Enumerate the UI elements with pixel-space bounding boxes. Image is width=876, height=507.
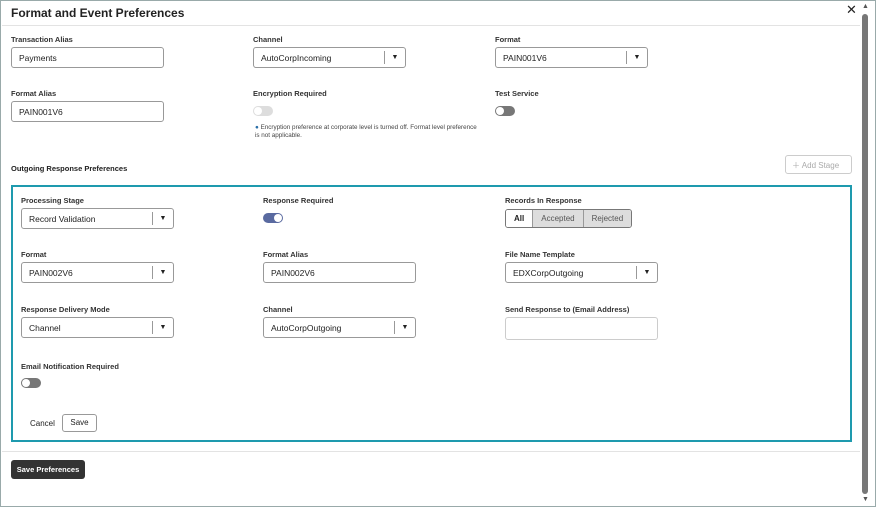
channel-label: Channel [253,35,283,44]
chevron-down-icon: ▼ [384,51,405,64]
encryption-toggle [253,106,273,116]
out-channel-label: Channel [263,305,293,314]
send-to-label: Send Response to (Email Address) [505,305,630,314]
out-format-alias-label: Format Alias [263,250,309,259]
test-service-label: Test Service [495,89,539,98]
chevron-down-icon: ▼ [394,321,415,334]
out-format-label: Format [21,250,47,259]
out-format-alias-input[interactable]: PAIN002V6 [263,262,416,283]
save-preferences-button[interactable]: Save Preferences [11,460,85,479]
out-channel-value: AutoCorpOutgoing [271,323,342,333]
scrollbar[interactable] [862,14,868,494]
scroll-down-icon[interactable]: ▼ [862,496,869,503]
chevron-down-icon: ▼ [152,321,173,334]
add-stage-button[interactable]: ＋ Add Stage [785,155,852,174]
dialog-title: Format and Event Preferences [11,6,185,20]
test-service-toggle[interactable] [495,106,515,116]
transaction-alias-input[interactable]: Payments [11,47,164,68]
records-segmented: All Accepted Rejected [505,209,633,228]
response-required-toggle[interactable] [263,213,283,223]
plus-icon: ＋ [792,161,802,170]
records-accepted[interactable]: Accepted [532,210,583,227]
send-to-input[interactable] [505,317,658,340]
email-notif-toggle[interactable] [21,378,41,388]
transaction-alias-label: Transaction Alias [11,35,73,44]
out-format-select[interactable]: PAIN002V6 ▼ [21,262,174,283]
format-alias-input[interactable]: PAIN001V6 [11,101,164,122]
format-value: PAIN001V6 [503,53,547,63]
file-template-label: File Name Template [505,250,575,259]
processing-stage-select[interactable]: Record Validation ▼ [21,208,174,229]
section-title: Outgoing Response Preferences [11,164,128,173]
delivery-mode-label: Response Delivery Mode [21,305,110,314]
out-format-value: PAIN002V6 [29,268,73,278]
chevron-down-icon: ▼ [152,266,173,279]
scroll-up-icon[interactable]: ▲ [862,3,869,10]
out-channel-select[interactable]: AutoCorpOutgoing ▼ [263,317,416,338]
email-notif-label: Email Notification Required [21,362,119,371]
cancel-button[interactable]: Cancel [30,419,55,428]
records-rejected[interactable]: Rejected [582,210,632,227]
records-label: Records In Response [505,196,582,205]
divider [2,451,860,452]
delivery-mode-value: Channel [29,323,61,333]
channel-select[interactable]: AutoCorpIncoming ▼ [253,47,406,68]
encryption-label: Encryption Required [253,89,327,98]
chevron-down-icon: ▼ [636,266,657,279]
format-alias-label: Format Alias [11,89,57,98]
processing-stage-label: Processing Stage [21,196,84,205]
close-icon[interactable]: ✕ [846,2,857,18]
encryption-note: ● Encryption preference at corporate lev… [255,124,480,140]
file-template-select[interactable]: EDXCorpOutgoing ▼ [505,262,658,283]
file-template-value: EDXCorpOutgoing [513,268,584,278]
chevron-down-icon: ▼ [152,212,173,225]
encryption-note-text: Encryption preference at corporate level… [255,124,477,139]
add-stage-label: Add Stage [801,161,840,170]
channel-value: AutoCorpIncoming [261,53,332,63]
delivery-mode-select[interactable]: Channel ▼ [21,317,174,338]
save-button[interactable]: Save [62,414,97,432]
response-required-label: Response Required [263,196,334,205]
format-label: Format [495,35,521,44]
records-all[interactable]: All [506,210,533,227]
chevron-down-icon: ▼ [626,51,647,64]
processing-stage-value: Record Validation [29,214,96,224]
divider [2,25,860,26]
format-select[interactable]: PAIN001V6 ▼ [495,47,648,68]
